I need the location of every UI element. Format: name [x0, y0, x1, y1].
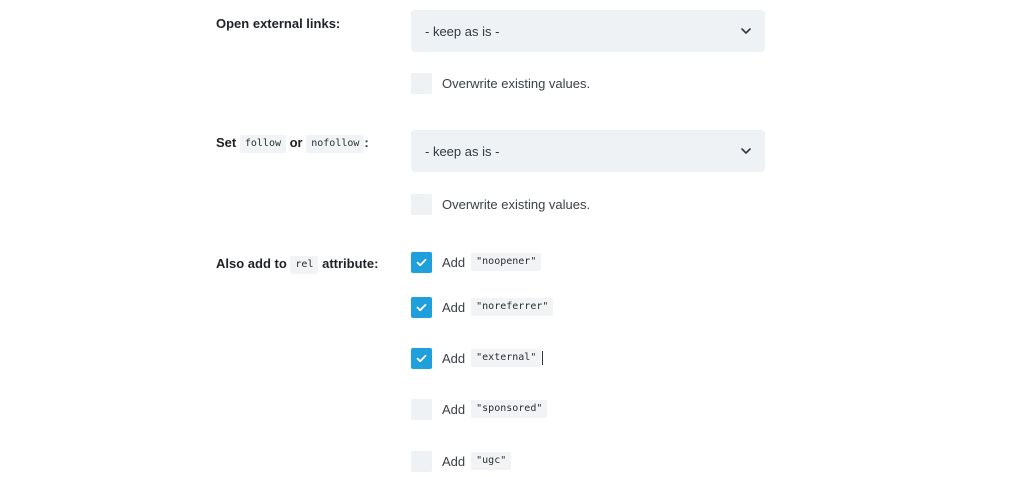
follow-overwrite-option: Overwrite existing values.	[411, 193, 590, 215]
external-links-overwrite-checkbox[interactable]	[411, 72, 432, 94]
follow-code: follow	[239, 135, 286, 153]
check-icon	[416, 303, 427, 311]
ugc-checkbox[interactable]	[411, 450, 432, 472]
external-add-label: Add	[442, 350, 466, 366]
external-links-select[interactable]: - keep as is -	[411, 10, 765, 52]
rel-option-noopener: Add "noopener"	[411, 251, 542, 273]
rel-label: Also add to rel attribute:	[216, 256, 378, 274]
check-icon	[416, 354, 427, 362]
follow-overwrite-label: Overwrite existing values.	[442, 196, 591, 212]
noreferrer-code: "noreferrer"	[471, 298, 554, 316]
nofollow-code: nofollow	[306, 135, 365, 153]
rel-option-noreferrer: Add "noreferrer"	[411, 296, 554, 318]
ugc-code: "ugc"	[471, 452, 512, 470]
text-cursor	[542, 351, 544, 365]
external-links-select-value: - keep as is -	[425, 23, 500, 39]
follow-select-value: - keep as is -	[425, 143, 500, 159]
sponsored-checkbox[interactable]	[411, 398, 432, 420]
external-code: "external"	[471, 349, 542, 367]
chevron-down-icon	[741, 28, 751, 34]
rel-option-sponsored: Add "sponsored"	[411, 398, 548, 420]
follow-label: Set follow or nofollow:	[216, 135, 369, 153]
external-checkbox[interactable]	[411, 347, 432, 369]
chevron-down-icon	[741, 148, 751, 154]
rel-code: rel	[290, 256, 319, 274]
external-links-overwrite-label: Overwrite existing values.	[442, 75, 591, 91]
follow-select[interactable]: - keep as is -	[411, 130, 765, 172]
noopener-add-label: Add	[442, 254, 466, 270]
ugc-add-label: Add	[442, 453, 466, 469]
external-links-label: Open external links:	[216, 16, 341, 31]
noreferrer-add-label: Add	[442, 299, 466, 315]
noreferrer-checkbox[interactable]	[411, 296, 432, 318]
follow-overwrite-checkbox[interactable]	[411, 193, 432, 215]
sponsored-add-label: Add	[442, 401, 466, 417]
check-icon	[416, 258, 427, 266]
rel-option-external: Add "external"	[411, 347, 544, 369]
sponsored-code: "sponsored"	[471, 400, 548, 418]
noopener-checkbox[interactable]	[411, 251, 432, 273]
noopener-code: "noopener"	[471, 253, 542, 271]
external-links-overwrite-option: Overwrite existing values.	[411, 72, 590, 94]
rel-option-ugc: Add "ugc"	[411, 450, 512, 472]
